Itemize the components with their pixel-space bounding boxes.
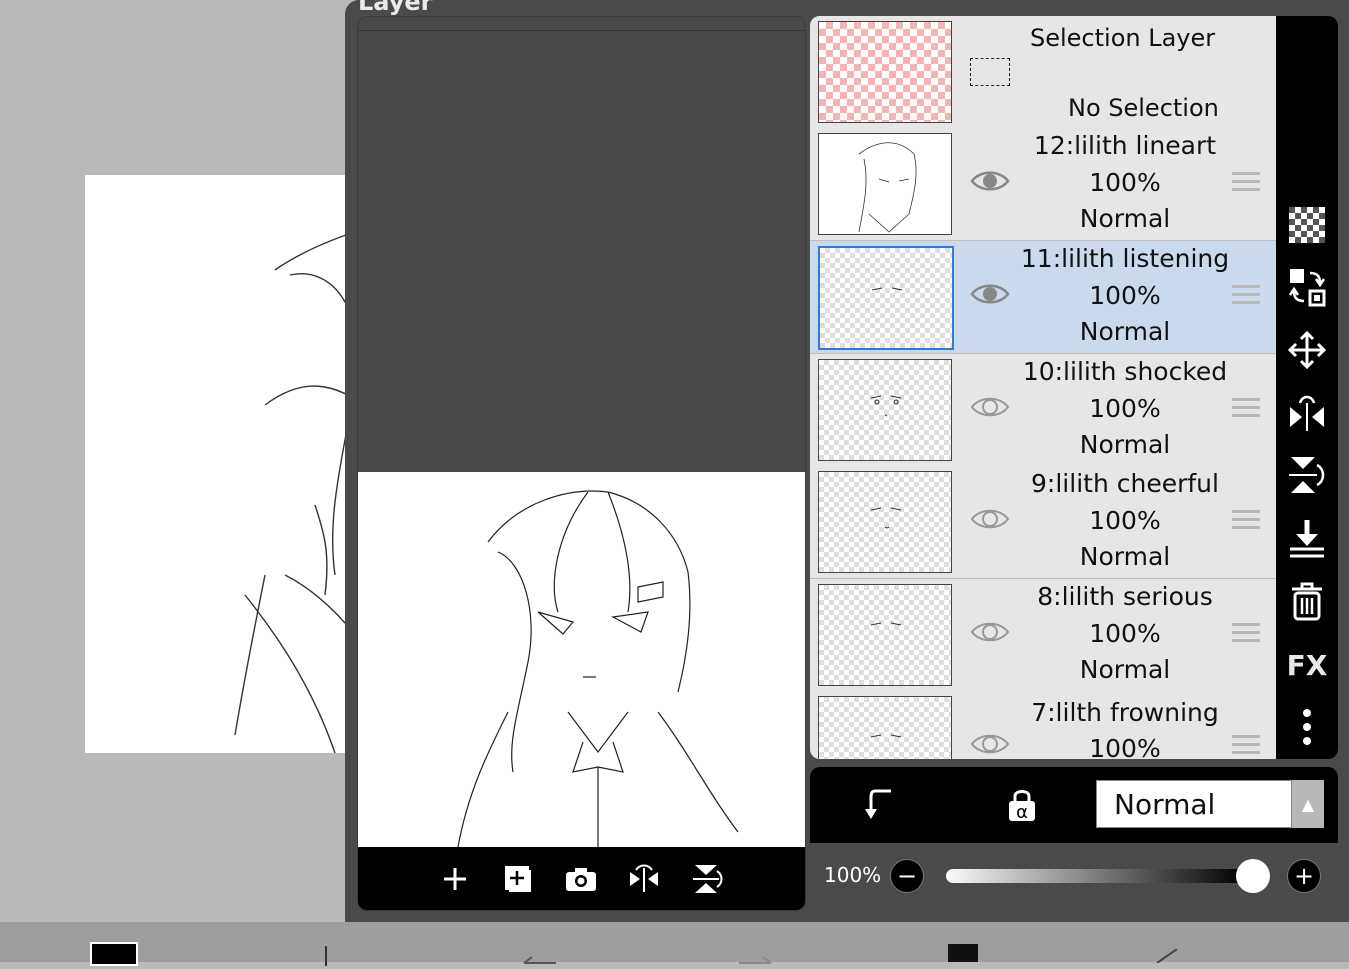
redo-icon[interactable]: [735, 950, 775, 969]
layer-row-selection[interactable]: Selection Layer No Selection: [810, 16, 1276, 129]
layer-name: 12:lilith lineart: [1033, 131, 1217, 160]
panel-title: Layer: [358, 0, 433, 16]
layer-name: 10:lilith shocked: [1022, 357, 1228, 386]
layer-thumbnail: [818, 21, 952, 123]
layer-thumbnail: [818, 359, 952, 461]
drag-handle-icon[interactable]: [1232, 735, 1260, 759]
opacity-bar: 100% − +: [810, 843, 1338, 909]
opacity-slider[interactable]: [946, 869, 1246, 883]
layer-row[interactable]: 7:lilth frowning 100%: [810, 691, 1276, 759]
flip-icon[interactable]: [624, 859, 664, 899]
layer-blend: Normal: [1079, 430, 1171, 459]
layer-opacity: 100%: [1089, 734, 1161, 759]
selection-icon: [970, 58, 1010, 86]
layer-thumbnail: [818, 246, 954, 350]
layers-button-icon[interactable]: [948, 944, 978, 962]
layer-blend: Normal: [1079, 317, 1171, 346]
swap-icon[interactable]: [1284, 264, 1330, 310]
layer-opacity: 100%: [1089, 168, 1161, 197]
more-icon[interactable]: [1284, 704, 1330, 750]
layer-blend: Normal: [1079, 655, 1171, 684]
drag-handle-icon[interactable]: [1232, 172, 1260, 196]
layer-thumbnail: [818, 696, 952, 759]
layer-preview-area: [357, 16, 806, 911]
fx-button[interactable]: FX: [1284, 642, 1330, 688]
layer-name: 9:lilith cheerful: [1031, 469, 1219, 498]
layer-thumbnail: [818, 584, 952, 686]
color-swatch[interactable]: [90, 942, 138, 966]
layers-list[interactable]: Selection Layer No Selection 12:lilith l…: [810, 16, 1276, 759]
layer-blend: Normal: [1079, 204, 1171, 233]
transparency-icon[interactable]: [1284, 202, 1330, 248]
opacity-decrease-button[interactable]: −: [890, 859, 924, 893]
flip-vertical-icon[interactable]: [1284, 452, 1330, 498]
layer-name: 11:lilith listening: [1020, 244, 1230, 273]
drag-handle-icon[interactable]: [1232, 285, 1260, 309]
layer-row-selected[interactable]: 11:lilith listening 100% Normal: [810, 241, 1276, 354]
flip-horizontal-icon[interactable]: [1284, 390, 1330, 436]
merge-down-icon[interactable]: [1284, 515, 1330, 561]
layer-blend: Normal: [1079, 542, 1171, 571]
layer-row[interactable]: 10:lilith shocked 100% Normal: [810, 354, 1276, 467]
opacity-value: 100%: [824, 863, 882, 887]
eye-icon[interactable]: [970, 279, 1010, 309]
trash-icon[interactable]: [1284, 578, 1330, 624]
flip-vertical-icon[interactable]: [687, 859, 727, 899]
eye-icon[interactable]: [970, 166, 1010, 196]
undo-icon[interactable]: [520, 950, 560, 969]
add-layer-icon[interactable]: [435, 859, 475, 899]
layer-row[interactable]: 12:lilith lineart 100% Normal: [810, 128, 1276, 241]
svg-text:α: α: [1016, 802, 1028, 823]
add-image-layer-icon[interactable]: [498, 859, 538, 899]
layer-row[interactable]: 8:lilith serious 100% Normal: [810, 579, 1276, 692]
brush-size-icon[interactable]: [325, 946, 327, 966]
layer-tools-strip: FX: [1276, 16, 1338, 759]
drag-handle-icon[interactable]: [1232, 623, 1260, 647]
eye-icon[interactable]: [970, 617, 1010, 647]
blend-dropdown-arrow-icon[interactable]: ▲: [1292, 780, 1324, 828]
opacity-slider-handle[interactable]: [1236, 859, 1270, 893]
eye-icon[interactable]: [970, 729, 1010, 759]
blend-mode-select[interactable]: Normal: [1096, 780, 1292, 828]
eye-icon[interactable]: [970, 392, 1010, 422]
drag-handle-icon[interactable]: [1232, 398, 1260, 422]
bottom-toolbar: [0, 922, 1349, 966]
layer-opacity: 100%: [1089, 281, 1161, 310]
layer-sub: No Selection: [1068, 94, 1219, 122]
clipping-icon[interactable]: [865, 787, 897, 827]
move-icon[interactable]: [1284, 327, 1330, 373]
layer-row[interactable]: 9:lilith cheerful 100% Normal: [810, 466, 1276, 579]
eye-icon[interactable]: [970, 504, 1010, 534]
drag-handle-icon[interactable]: [1232, 510, 1260, 534]
layer-opacity: 100%: [1089, 394, 1161, 423]
layer-opacity: 100%: [1089, 506, 1161, 535]
opacity-increase-button[interactable]: +: [1287, 859, 1321, 893]
layer-name: 7:lilth frowning: [1031, 698, 1219, 727]
camera-icon[interactable]: [561, 859, 601, 899]
layer-name: Selection Layer: [1030, 24, 1216, 52]
layer-name: 8:lilith serious: [1037, 582, 1213, 611]
layer-preview-image: [358, 472, 805, 848]
layer-opacity: 100%: [1089, 619, 1161, 648]
back-icon[interactable]: [1155, 948, 1179, 967]
layer-thumbnail: [818, 471, 952, 573]
preview-toolbar: [358, 847, 805, 910]
alpha-lock-icon[interactable]: α: [1006, 787, 1038, 827]
blend-mode-bar: α Normal ▲: [810, 767, 1338, 843]
layer-thumbnail: [818, 133, 952, 235]
